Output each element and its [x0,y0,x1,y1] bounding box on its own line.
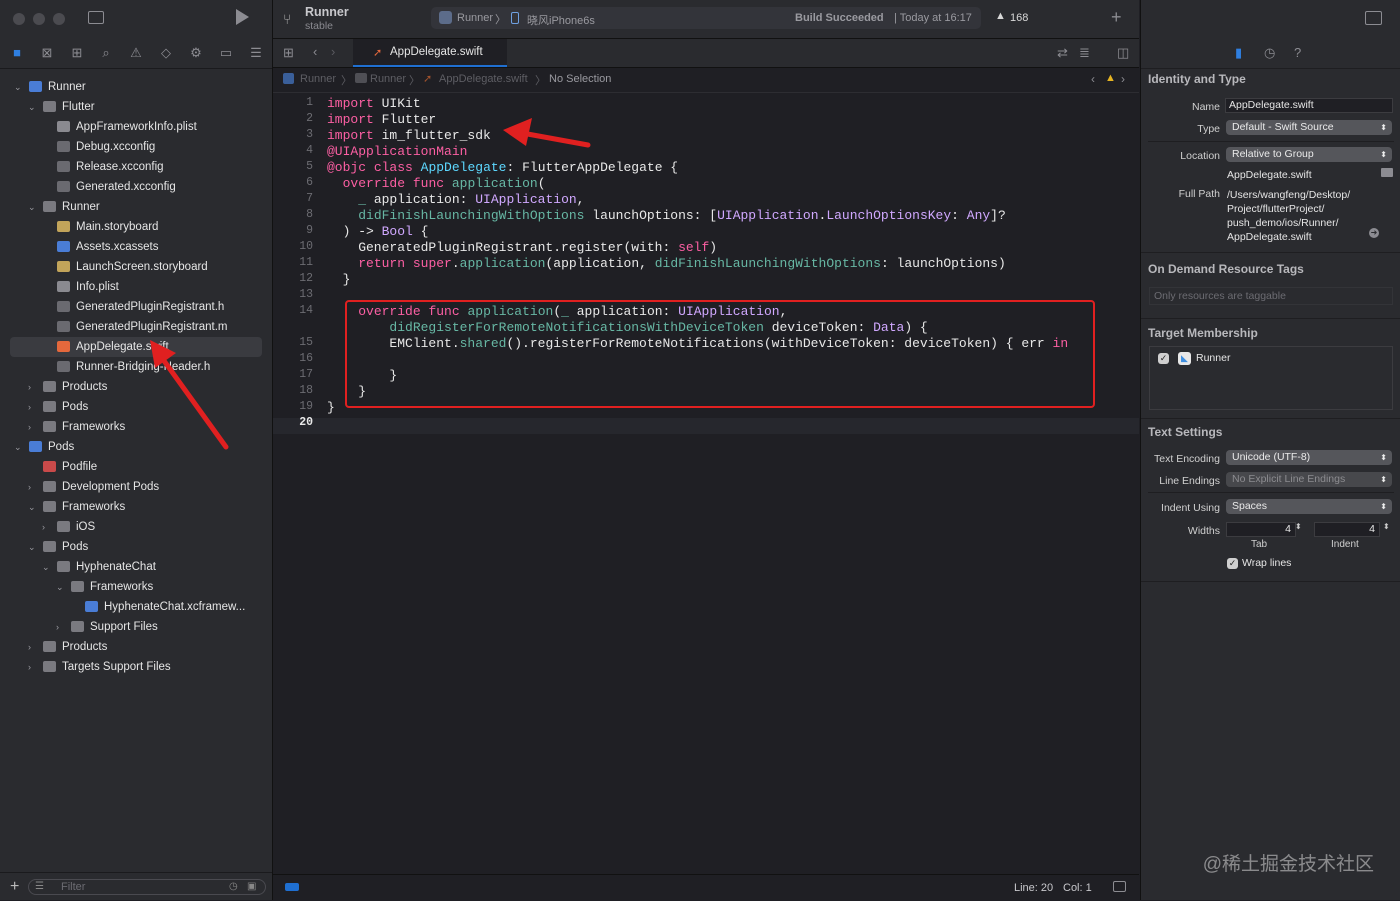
arrow-to-appdelegate [150,340,229,450]
watermark: @稀土掘金技术社区 [1202,854,1374,875]
arrow-to-import [503,118,591,148]
annotation-arrows [150,118,591,450]
